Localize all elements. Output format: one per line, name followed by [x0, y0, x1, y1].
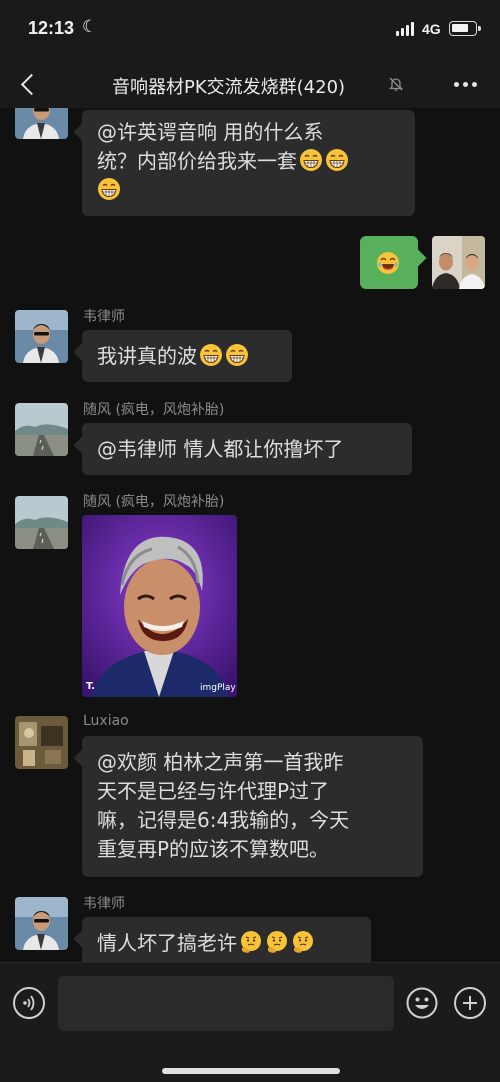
message-bubble[interactable]: 我讲真的波	[82, 330, 292, 382]
status-time: 12:13	[28, 18, 75, 38]
message-bubble[interactable]: 情人坏了搞老许	[82, 917, 371, 962]
grin-emoji-icon	[325, 148, 349, 172]
avatar[interactable]	[15, 310, 68, 363]
message-text: 情人坏了搞老许	[97, 931, 237, 955]
status-bar: 12:13 ☾ 4G	[0, 0, 500, 60]
network-type: 4G	[422, 21, 441, 37]
signal-icon	[396, 22, 414, 36]
avatar[interactable]	[15, 108, 68, 139]
my-avatar[interactable]	[432, 236, 485, 289]
thinking-emoji-icon	[265, 930, 289, 954]
more-functions-button[interactable]	[454, 987, 486, 1019]
avatar[interactable]	[15, 716, 68, 769]
sender-name: 随风 (疯电，风炮补胎)	[83, 402, 225, 418]
more-options-button[interactable]	[452, 72, 480, 96]
laugh-emoji-icon	[376, 251, 400, 275]
message-text: @欢颜 柏林之声第一首我昨	[97, 750, 344, 774]
message-text: 统？内部价给我来一套	[97, 149, 297, 173]
grin-emoji-icon	[199, 343, 223, 367]
grin-emoji-icon	[299, 148, 323, 172]
message-text: @韦律师 情人都让你撸坏了	[97, 437, 344, 461]
sender-name: 韦律师	[83, 896, 125, 912]
chat-header: 音响器材PK交流发烧群(420)	[0, 60, 500, 108]
message-text: 我讲真的波	[97, 344, 197, 368]
message-bubble[interactable]: @韦律师 情人都让你撸坏了	[82, 423, 412, 475]
image-message[interactable]: T. imgPlay	[82, 515, 237, 697]
message-text: 重复再P的应该不算数吧。	[97, 837, 330, 861]
muted-bell-icon	[388, 77, 404, 91]
grin-emoji-icon	[225, 343, 249, 367]
message-bubble[interactable]: @许英谔音响 用的什么系 统？内部价给我来一套	[82, 110, 415, 216]
sender-name: 韦律师	[83, 309, 125, 325]
image-corner-mark: T.	[86, 681, 96, 692]
thinking-emoji-icon	[239, 930, 263, 954]
battery-icon	[449, 21, 481, 36]
my-message-bubble[interactable]	[360, 236, 418, 289]
chat-title[interactable]: 音响器材PK交流发烧群(420)	[112, 73, 345, 99]
sender-name: 随风 (疯电，风炮补胎)	[83, 494, 225, 510]
emoji-button[interactable]	[406, 987, 438, 1019]
message-input[interactable]	[58, 976, 394, 1031]
avatar[interactable]	[15, 403, 68, 456]
voice-icon	[23, 995, 35, 1011]
laughing-man-image	[82, 515, 237, 697]
grin-emoji-icon	[97, 177, 121, 201]
input-bar	[0, 962, 500, 1082]
thinking-emoji-icon	[291, 930, 315, 954]
message-bubble[interactable]: @欢颜 柏林之声第一首我昨 天不是已经与许代理P过了 嘛，记得是6:4我输的，今…	[82, 736, 423, 877]
back-button[interactable]	[16, 70, 42, 98]
avatar[interactable]	[15, 897, 68, 950]
sender-name: Luxiao	[83, 713, 129, 729]
home-indicator	[162, 1068, 340, 1074]
message-text: 天不是已经与许代理P过了	[97, 779, 330, 803]
do-not-disturb-icon: ☾	[82, 17, 98, 37]
avatar[interactable]	[15, 496, 68, 549]
message-list[interactable]: @许英谔音响 用的什么系 统？内部价给我来一套 韦律师 我讲真的波 随风 (疯电…	[0, 108, 500, 962]
voice-input-button[interactable]	[13, 987, 45, 1019]
image-watermark: imgPlay	[200, 683, 236, 693]
message-text: 嘛，记得是6:4我输的，今天	[97, 808, 350, 832]
message-text: @许英谔音响 用的什么系	[97, 120, 324, 144]
